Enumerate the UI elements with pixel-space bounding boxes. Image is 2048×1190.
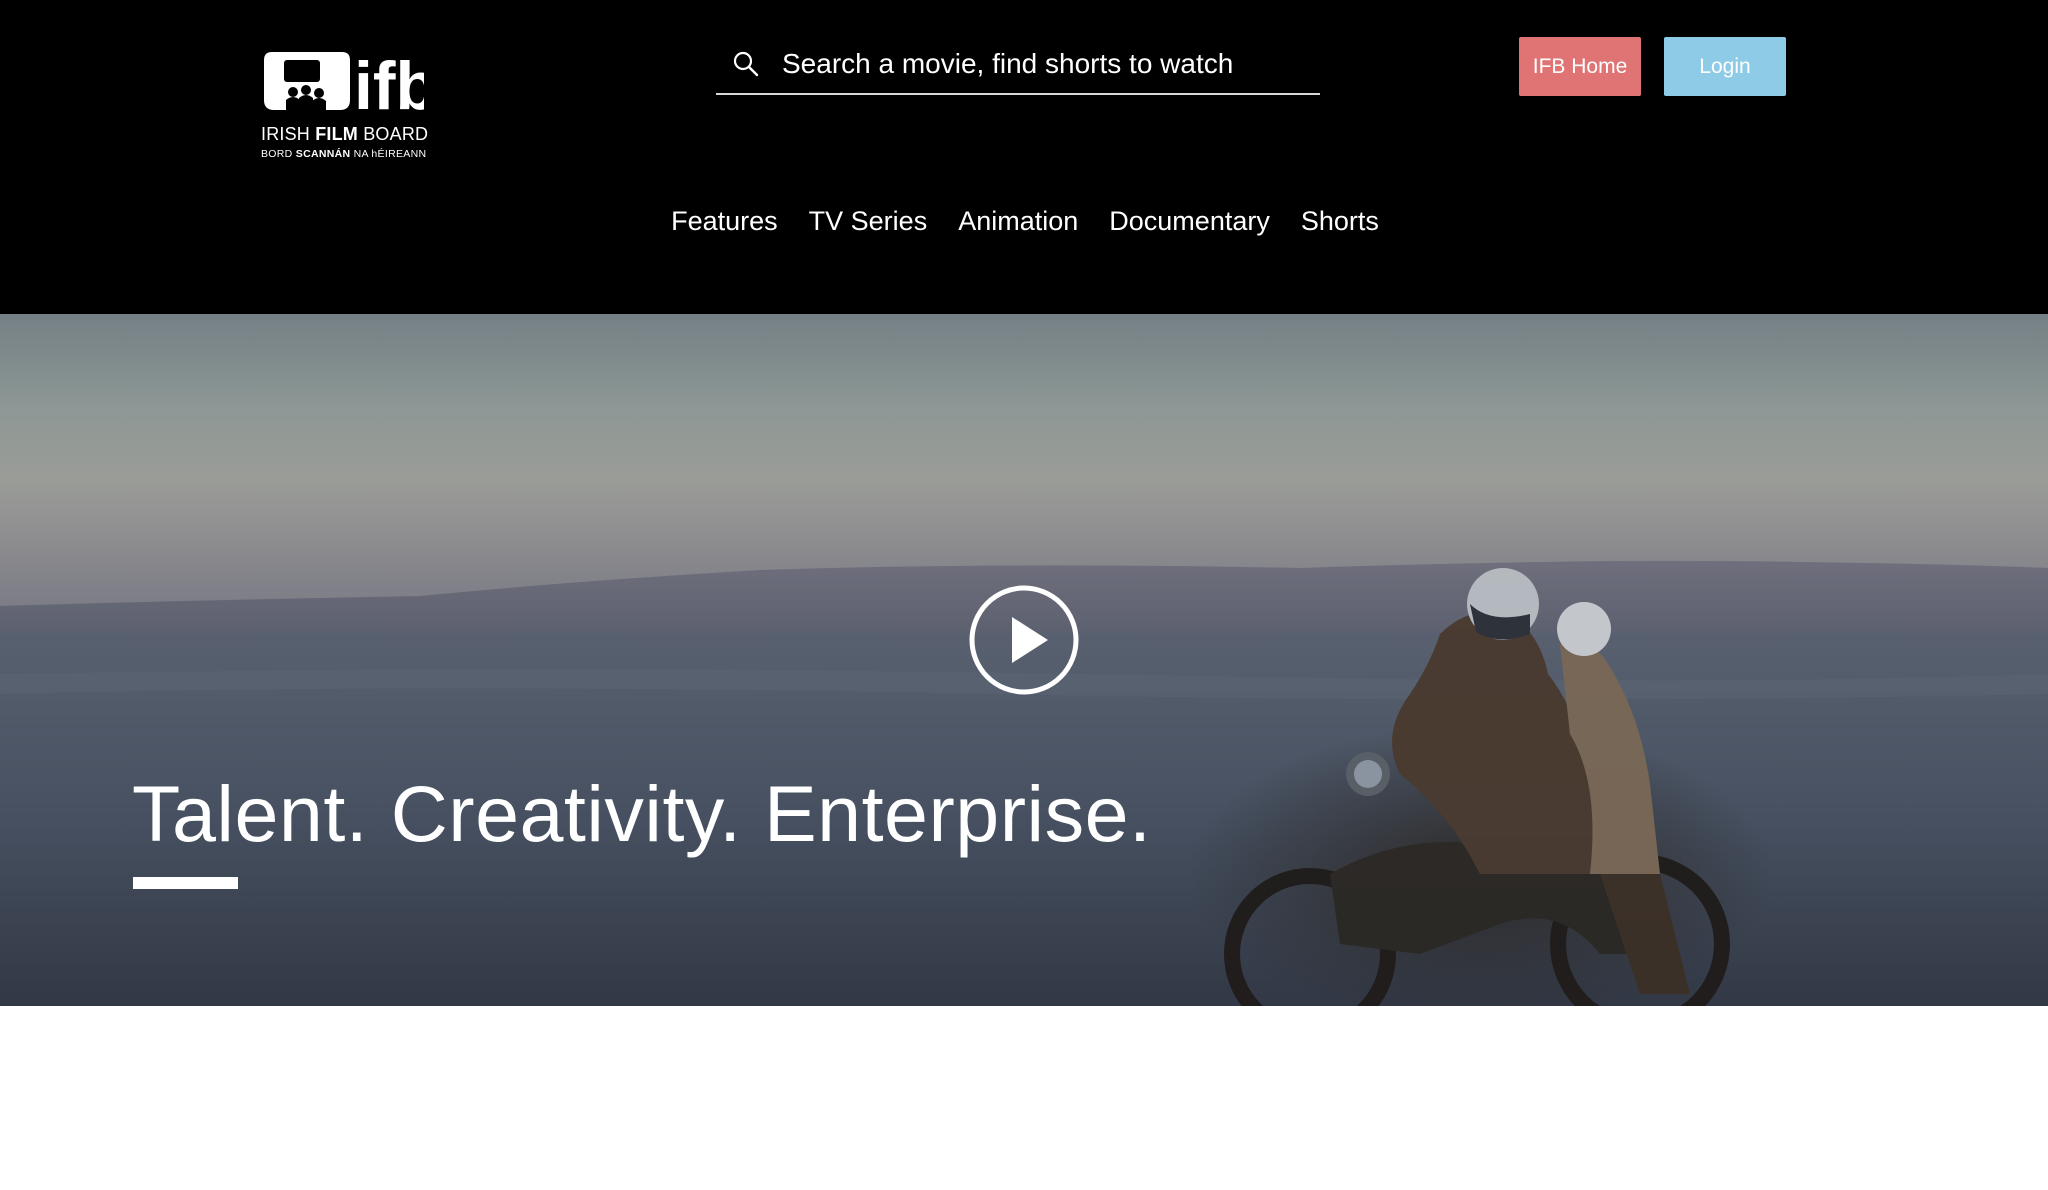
nav-item-documentary[interactable]: Documentary <box>1109 206 1270 246</box>
ifb-logo-mark: ifb <box>264 52 424 122</box>
ifb-logo[interactable]: ifb IRISH FILM BOARD BORD SCANNÁN NA hÉI… <box>260 52 428 164</box>
search-input[interactable] <box>782 44 1312 84</box>
hero-banner: Talent. Creativity. Enterprise. <box>0 314 2048 1006</box>
hero-title: Talent. Creativity. Enterprise. <box>132 769 1152 858</box>
ifb-home-button[interactable]: IFB Home <box>1519 37 1641 96</box>
hero-title-underline <box>133 877 238 889</box>
content-area <box>0 1006 2048 1190</box>
play-icon[interactable] <box>968 584 1080 696</box>
search-bar <box>716 40 1320 95</box>
svg-text:ifb: ifb <box>354 52 424 122</box>
nav-item-features[interactable]: Features <box>671 206 778 246</box>
nav-item-shorts[interactable]: Shorts <box>1301 206 1379 246</box>
main-nav: Features TV Series Animation Documentary… <box>0 206 2048 246</box>
nav-item-animation[interactable]: Animation <box>958 206 1078 246</box>
login-button[interactable]: Login <box>1664 37 1786 96</box>
search-icon[interactable] <box>732 50 760 78</box>
logo-wordmark-english: IRISH FILM BOARD <box>261 124 429 144</box>
nav-item-tv-series[interactable]: TV Series <box>809 206 928 246</box>
logo-wordmark-irish: BORD SCANNÁN NA hÉIREANN <box>261 148 427 160</box>
site-header: ifb IRISH FILM BOARD BORD SCANNÁN NA hÉI… <box>0 0 2048 314</box>
